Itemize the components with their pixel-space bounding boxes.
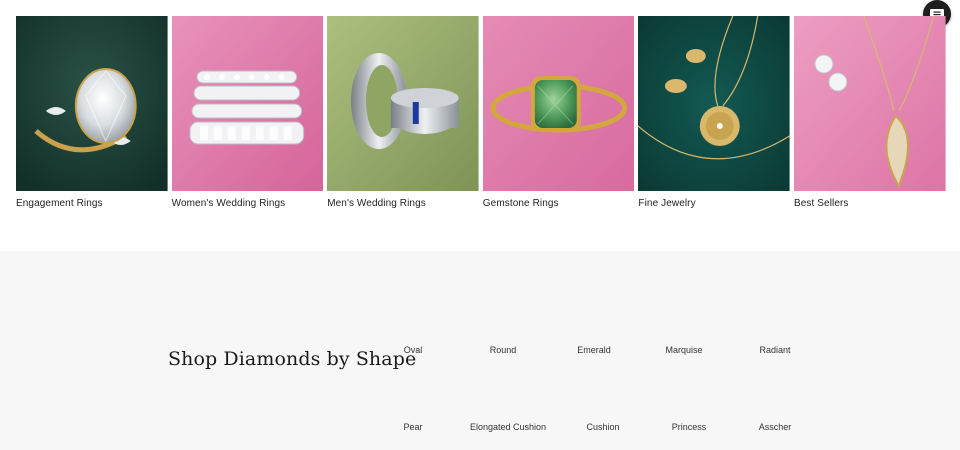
- mens-wedding-rings-image[interactable]: [327, 16, 479, 191]
- shape-link-round[interactable]: Round: [490, 345, 517, 355]
- gemstone-ring-image[interactable]: [482, 16, 635, 191]
- truncated-header-text: [16, 0, 276, 2]
- shape-link-pear[interactable]: Pear: [403, 422, 422, 432]
- category-fine-jewelry[interactable]: Fine Jewelry: [638, 16, 790, 209]
- fine-jewelry-image[interactable]: [638, 16, 790, 191]
- shape-link-elongated-cushion[interactable]: Elongated Cushion: [470, 422, 546, 432]
- category-label: Best Sellers: [793, 198, 849, 209]
- category-label: Fine Jewelry: [638, 198, 696, 209]
- shop-by-shape-section: Shop Diamonds by Shape Oval Round Emeral…: [0, 251, 960, 450]
- shape-link-princess[interactable]: Princess: [672, 422, 707, 432]
- shape-link-oval[interactable]: Oval: [404, 345, 423, 355]
- womens-wedding-rings-image[interactable]: [171, 16, 324, 191]
- category-gemstone-rings[interactable]: Gemstone Rings: [482, 16, 635, 209]
- category-grid: Engagement Rings Women's Wedding Rings M…: [16, 16, 946, 209]
- category-engagement-rings[interactable]: Engagement Rings: [16, 16, 168, 209]
- category-label: Gemstone Rings: [482, 198, 559, 209]
- engagement-ring-image[interactable]: [16, 16, 168, 191]
- category-womens-wedding-rings[interactable]: Women's Wedding Rings: [171, 16, 324, 209]
- shape-link-emerald[interactable]: Emerald: [577, 345, 611, 355]
- shape-link-cushion[interactable]: Cushion: [586, 422, 619, 432]
- shape-link-radiant[interactable]: Radiant: [759, 345, 790, 355]
- shape-link-marquise[interactable]: Marquise: [665, 345, 702, 355]
- category-label: Engagement Rings: [16, 198, 103, 209]
- section-title: Shop Diamonds by Shape: [168, 348, 417, 370]
- category-label: Men's Wedding Rings: [327, 198, 426, 209]
- best-sellers-image[interactable]: [793, 16, 946, 191]
- category-label: Women's Wedding Rings: [171, 198, 286, 209]
- shape-link-asscher[interactable]: Asscher: [759, 422, 792, 432]
- category-best-sellers[interactable]: Best Sellers: [793, 16, 946, 209]
- category-mens-wedding-rings[interactable]: Men's Wedding Rings: [327, 16, 479, 209]
